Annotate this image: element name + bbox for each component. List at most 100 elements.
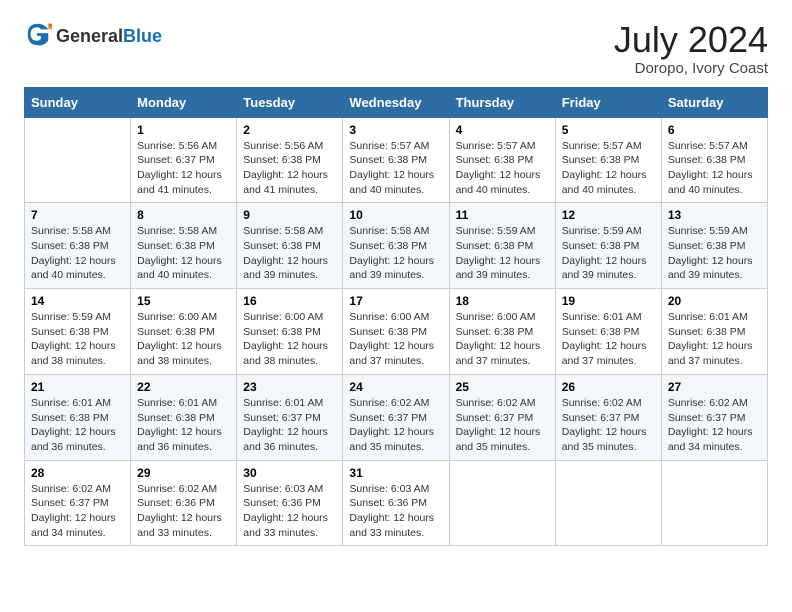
subtitle: Doropo, Ivory Coast [614, 60, 768, 77]
logo-text: GeneralBlue [56, 27, 162, 47]
day-info: Sunrise: 6:01 AM Sunset: 6:38 PM Dayligh… [137, 396, 230, 455]
calendar-cell: 20 Sunrise: 6:01 AM Sunset: 6:38 PM Dayli… [661, 289, 767, 375]
calendar-cell: 8 Sunrise: 5:58 AM Sunset: 6:38 PM Daylig… [131, 203, 237, 289]
day-number: 26 [562, 380, 655, 394]
day-number: 7 [31, 208, 124, 222]
calendar-cell [449, 460, 555, 546]
calendar-cell: 12Sunrise: 5:59 AM Sunset: 6:38 PM Dayli… [555, 203, 661, 289]
day-number: 9 [243, 208, 336, 222]
day-info: Sunrise: 6:00 AM Sunset: 6:38 PM Dayligh… [456, 310, 549, 369]
day-number: 14 [31, 294, 124, 308]
week-row: 7 Sunrise: 5:58 AM Sunset: 6:38 PM Daylig… [25, 203, 768, 289]
calendar-cell: 26Sunrise: 6:02 AM Sunset: 6:37 PM Dayli… [555, 374, 661, 460]
day-info: Sunrise: 6:03 AM Sunset: 6:36 PM Dayligh… [243, 482, 336, 541]
calendar-cell: 14 Sunrise: 5:59 AM Sunset: 6:38 PM Dayli… [25, 289, 131, 375]
day-number: 6 [668, 123, 761, 137]
day-number: 4 [456, 123, 549, 137]
day-number: 18 [456, 294, 549, 308]
day-info: Sunrise: 5:57 AM Sunset: 6:38 PM Dayligh… [668, 139, 761, 198]
calendar-cell: 27 Sunrise: 6:02 AM Sunset: 6:37 PM Dayli… [661, 374, 767, 460]
col-header-saturday: Saturday [661, 87, 767, 117]
calendar-cell: 19 Sunrise: 6:01 AM Sunset: 6:38 PM Dayli… [555, 289, 661, 375]
day-number: 22 [137, 380, 230, 394]
day-info: Sunrise: 6:01 AM Sunset: 6:37 PM Dayligh… [243, 396, 336, 455]
calendar-cell: 30 Sunrise: 6:03 AM Sunset: 6:36 PM Dayli… [237, 460, 343, 546]
day-info: Sunrise: 5:58 AM Sunset: 6:38 PM Dayligh… [31, 224, 124, 283]
day-info: Sunrise: 5:58 AM Sunset: 6:38 PM Dayligh… [243, 224, 336, 283]
day-info: Sunrise: 6:02 AM Sunset: 6:36 PM Dayligh… [137, 482, 230, 541]
calendar-cell: 28 Sunrise: 6:02 AM Sunset: 6:37 PM Dayli… [25, 460, 131, 546]
day-info: Sunrise: 6:02 AM Sunset: 6:37 PM Dayligh… [668, 396, 761, 455]
day-number: 5 [562, 123, 655, 137]
day-number: 3 [349, 123, 442, 137]
day-number: 23 [243, 380, 336, 394]
day-info: Sunrise: 6:02 AM Sunset: 6:37 PM Dayligh… [31, 482, 124, 541]
calendar-cell [555, 460, 661, 546]
calendar-table: SundayMondayTuesdayWednesdayThursdayFrid… [24, 87, 768, 547]
day-info: Sunrise: 6:02 AM Sunset: 6:37 PM Dayligh… [349, 396, 442, 455]
calendar-cell: 2Sunrise: 5:56 AM Sunset: 6:38 PM Daylig… [237, 117, 343, 203]
day-number: 11 [456, 208, 549, 222]
col-header-sunday: Sunday [25, 87, 131, 117]
day-number: 29 [137, 466, 230, 480]
col-header-monday: Monday [131, 87, 237, 117]
logo-general: General [56, 26, 123, 46]
day-info: Sunrise: 5:58 AM Sunset: 6:38 PM Dayligh… [137, 224, 230, 283]
col-header-tuesday: Tuesday [237, 87, 343, 117]
calendar-cell: 4 Sunrise: 5:57 AM Sunset: 6:38 PM Daylig… [449, 117, 555, 203]
day-number: 19 [562, 294, 655, 308]
day-info: Sunrise: 5:57 AM Sunset: 6:38 PM Dayligh… [349, 139, 442, 198]
day-info: Sunrise: 5:57 AM Sunset: 6:38 PM Dayligh… [562, 139, 655, 198]
day-number: 25 [456, 380, 549, 394]
day-number: 10 [349, 208, 442, 222]
week-row: 28 Sunrise: 6:02 AM Sunset: 6:37 PM Dayli… [25, 460, 768, 546]
calendar-cell: 1 Sunrise: 5:56 AM Sunset: 6:37 PM Daylig… [131, 117, 237, 203]
day-number: 1 [137, 123, 230, 137]
week-row: 1 Sunrise: 5:56 AM Sunset: 6:37 PM Daylig… [25, 117, 768, 203]
day-info: Sunrise: 5:58 AM Sunset: 6:38 PM Dayligh… [349, 224, 442, 283]
day-info: Sunrise: 5:57 AM Sunset: 6:38 PM Dayligh… [456, 139, 549, 198]
calendar-cell: 21 Sunrise: 6:01 AM Sunset: 6:38 PM Dayli… [25, 374, 131, 460]
day-info: Sunrise: 6:02 AM Sunset: 6:37 PM Dayligh… [456, 396, 549, 455]
logo-blue: Blue [123, 26, 162, 46]
calendar-cell: 9 Sunrise: 5:58 AM Sunset: 6:38 PM Daylig… [237, 203, 343, 289]
day-number: 24 [349, 380, 442, 394]
calendar-cell: 23 Sunrise: 6:01 AM Sunset: 6:37 PM Dayli… [237, 374, 343, 460]
logo-icon [24, 20, 52, 53]
calendar-cell: 13Sunrise: 5:59 AM Sunset: 6:38 PM Dayli… [661, 203, 767, 289]
calendar-cell: 6 Sunrise: 5:57 AM Sunset: 6:38 PM Daylig… [661, 117, 767, 203]
col-header-friday: Friday [555, 87, 661, 117]
day-info: Sunrise: 6:01 AM Sunset: 6:38 PM Dayligh… [31, 396, 124, 455]
calendar-cell [25, 117, 131, 203]
day-info: Sunrise: 5:59 AM Sunset: 6:38 PM Dayligh… [31, 310, 124, 369]
calendar-cell: 15Sunrise: 6:00 AM Sunset: 6:38 PM Dayli… [131, 289, 237, 375]
day-number: 30 [243, 466, 336, 480]
page-header: GeneralBlue July 2024 Doropo, Ivory Coas… [24, 20, 768, 77]
day-number: 8 [137, 208, 230, 222]
calendar-cell: 17 Sunrise: 6:00 AM Sunset: 6:38 PM Dayli… [343, 289, 449, 375]
day-info: Sunrise: 6:01 AM Sunset: 6:38 PM Dayligh… [668, 310, 761, 369]
calendar-cell: 3 Sunrise: 5:57 AM Sunset: 6:38 PM Daylig… [343, 117, 449, 203]
calendar-cell: 31Sunrise: 6:03 AM Sunset: 6:36 PM Dayli… [343, 460, 449, 546]
day-info: Sunrise: 5:59 AM Sunset: 6:38 PM Dayligh… [456, 224, 549, 283]
day-info: Sunrise: 6:00 AM Sunset: 6:38 PM Dayligh… [349, 310, 442, 369]
day-number: 21 [31, 380, 124, 394]
calendar-cell: 5 Sunrise: 5:57 AM Sunset: 6:38 PM Daylig… [555, 117, 661, 203]
day-info: Sunrise: 5:56 AM Sunset: 6:37 PM Dayligh… [137, 139, 230, 198]
calendar-cell: 25 Sunrise: 6:02 AM Sunset: 6:37 PM Dayli… [449, 374, 555, 460]
day-number: 2 [243, 123, 336, 137]
day-info: Sunrise: 6:00 AM Sunset: 6:38 PM Dayligh… [137, 310, 230, 369]
calendar-cell: 29 Sunrise: 6:02 AM Sunset: 6:36 PM Dayli… [131, 460, 237, 546]
day-number: 27 [668, 380, 761, 394]
day-number: 28 [31, 466, 124, 480]
main-title: July 2024 [614, 20, 768, 60]
col-header-thursday: Thursday [449, 87, 555, 117]
day-number: 20 [668, 294, 761, 308]
calendar-cell: 10 Sunrise: 5:58 AM Sunset: 6:38 PM Dayli… [343, 203, 449, 289]
day-number: 12 [562, 208, 655, 222]
week-row: 14 Sunrise: 5:59 AM Sunset: 6:38 PM Dayli… [25, 289, 768, 375]
day-info: Sunrise: 6:01 AM Sunset: 6:38 PM Dayligh… [562, 310, 655, 369]
day-number: 17 [349, 294, 442, 308]
calendar-cell: 18 Sunrise: 6:00 AM Sunset: 6:38 PM Dayli… [449, 289, 555, 375]
day-info: Sunrise: 6:03 AM Sunset: 6:36 PM Dayligh… [349, 482, 442, 541]
